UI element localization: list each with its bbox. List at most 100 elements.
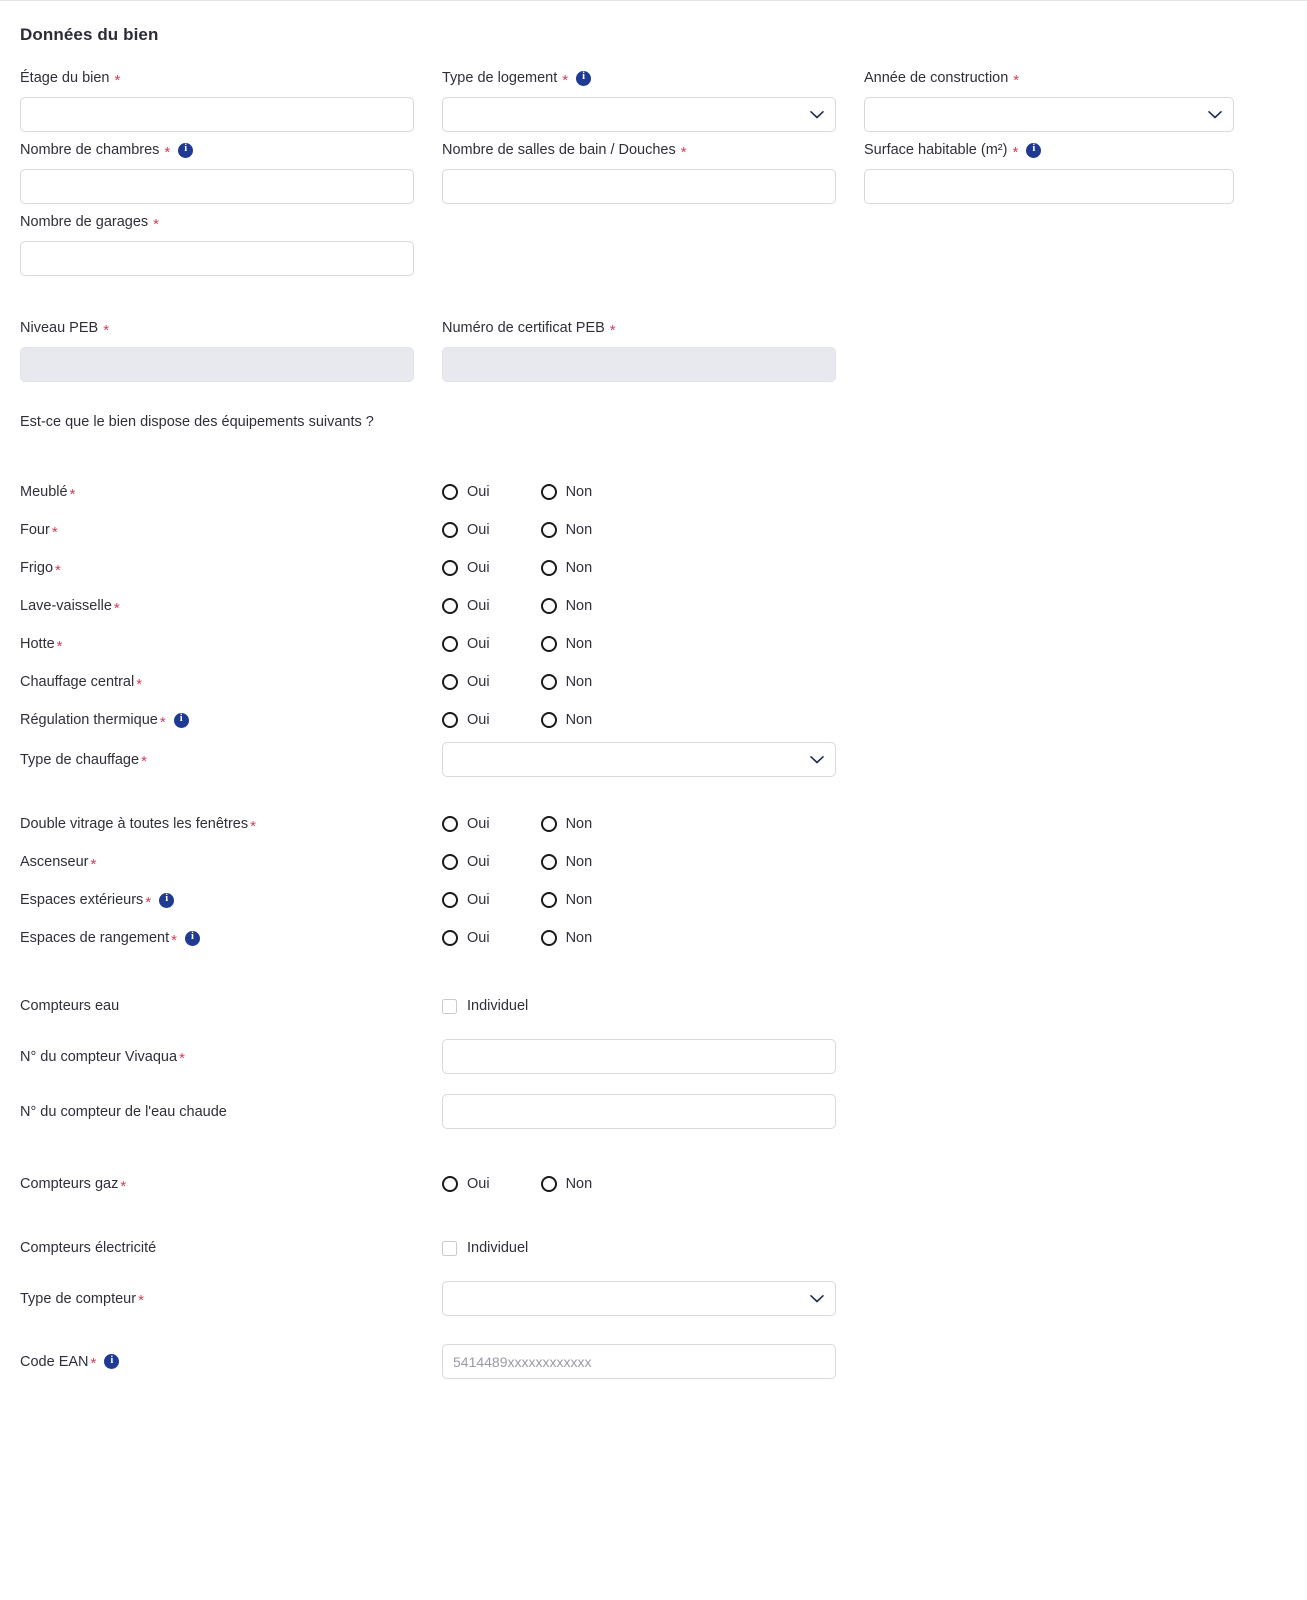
checkbox-individuel-eau[interactable]: Individuel [442, 998, 836, 1014]
field-compteurs-gaz: Compteurs gaz * Oui Non [0, 1175, 1307, 1194]
radio-circle-icon [442, 854, 458, 870]
field-label-text: Compteurs eau [20, 998, 120, 1014]
radio-circle-icon [442, 484, 458, 500]
radio-non[interactable]: Non [540, 560, 592, 576]
info-icon[interactable]: i [178, 142, 194, 158]
checkbox-individuel-electricite[interactable]: Individuel [442, 1240, 836, 1256]
radio-circle-icon [442, 522, 458, 538]
radio-non[interactable]: Non [540, 930, 592, 946]
equipment-label: Espaces de rangement * i [20, 929, 442, 948]
field-label-text: Nombre de salles de bain / Douches [442, 142, 676, 158]
field-label-text: N° du compteur de l'eau chaude [20, 1103, 227, 1120]
radio-non[interactable]: Non [540, 522, 592, 538]
radio-oui[interactable]: Oui [442, 930, 490, 946]
field-label: Niveau PEB * [20, 319, 414, 338]
radio-oui[interactable]: Oui [442, 816, 490, 832]
etage-du-bien-input[interactable] [20, 97, 414, 132]
radio-oui[interactable]: Oui [442, 674, 490, 690]
compteur-eau-chaude-control [442, 1094, 836, 1129]
required-asterisk: * [55, 561, 61, 579]
field-nombre-de-chambres: Nombre de chambres * i [20, 141, 442, 213]
radio-circle-icon [540, 522, 557, 538]
info-icon[interactable]: i [1026, 142, 1042, 158]
radio-oui[interactable]: Oui [442, 712, 490, 728]
radio-oui[interactable]: Oui [442, 560, 490, 576]
code-ean-input[interactable] [442, 1344, 836, 1379]
radio-non[interactable]: Non [540, 598, 592, 614]
radio-oui[interactable]: Oui [442, 892, 490, 908]
radio-non[interactable]: Non [540, 484, 592, 500]
info-icon[interactable]: i [104, 1354, 120, 1369]
numero-de-certificat-peb-input[interactable] [442, 347, 836, 382]
radio-oui[interactable]: Oui [442, 1176, 490, 1192]
nombre-de-salles-de-bain-input[interactable] [442, 169, 836, 204]
equipment-label-text: Frigo [20, 560, 54, 576]
equipment-label-text: Régulation thermique [20, 712, 158, 728]
field-label-text: Type de logement [442, 70, 558, 86]
field-label: Type de chauffage * [20, 751, 442, 770]
checkbox-icon [442, 998, 457, 1014]
field-nombre-de-salles-de-bain: Nombre de salles de bain / Douches * [442, 141, 864, 213]
peb-grid: Niveau PEB * Numéro de certificat PEB * [0, 319, 1307, 391]
equipment-label: Régulation thermique * i [20, 711, 442, 730]
required-asterisk: * [562, 71, 569, 89]
info-icon[interactable]: i [184, 930, 200, 946]
type-de-compteur-select[interactable] [442, 1281, 836, 1316]
field-type-de-chauffage: Type de chauffage * [0, 742, 1307, 777]
radio-circle-icon [540, 816, 557, 832]
type-de-logement-select[interactable] [442, 97, 836, 132]
radio-label: Oui [467, 636, 490, 652]
required-asterisk: * [164, 143, 171, 161]
radio-non[interactable]: Non [540, 674, 592, 690]
equipment-label-text: Ascenseur [20, 854, 89, 870]
equipment-row-regulation-thermique: Régulation thermique * i Oui Non [20, 701, 1287, 739]
equipment-label-text: Four [20, 522, 50, 538]
field-code-ean: Code EAN * i [0, 1344, 1307, 1379]
compteur-eau-chaude-input[interactable] [442, 1094, 836, 1129]
nombre-de-chambres-input[interactable] [20, 169, 414, 204]
field-label: Code EAN * i [20, 1353, 442, 1371]
radio-non[interactable]: Non [540, 1176, 593, 1192]
radio-circle-icon [442, 1176, 458, 1192]
radio-circle-icon [442, 816, 458, 832]
radio-group: Oui Non [442, 930, 592, 946]
radio-label: Non [565, 816, 593, 832]
radio-non[interactable]: Non [540, 854, 592, 870]
info-icon[interactable]: i [173, 712, 189, 728]
radio-non[interactable]: Non [540, 636, 592, 652]
compteur-vivaqua-control [442, 1039, 836, 1074]
radio-non[interactable]: Non [540, 816, 593, 832]
required-asterisk: * [250, 817, 256, 835]
info-icon[interactable]: i [159, 892, 175, 908]
radio-non[interactable]: Non [540, 892, 592, 908]
radio-oui[interactable]: Oui [442, 522, 490, 538]
code-ean-control [442, 1344, 836, 1379]
compteur-vivaqua-input[interactable] [442, 1039, 836, 1074]
surface-habitable-input[interactable] [864, 169, 1234, 204]
required-asterisk: * [114, 71, 121, 89]
niveau-peb-input[interactable] [20, 347, 414, 382]
type-de-chauffage-select[interactable] [442, 742, 836, 777]
radio-label: Oui [467, 560, 490, 576]
annee-de-construction-select[interactable] [864, 97, 1234, 132]
radio-non[interactable]: Non [540, 712, 592, 728]
radio-label: Non [565, 1176, 593, 1192]
field-compteur-vivaqua: N° du compteur Vivaqua * [0, 1039, 1307, 1074]
radio-oui[interactable]: Oui [442, 598, 490, 614]
radio-oui[interactable]: Oui [442, 854, 490, 870]
compteurs-gaz-control: Oui Non [442, 1176, 836, 1192]
field-label: Compteurs gaz * [20, 1175, 442, 1194]
equipment-label: Four * [20, 521, 442, 540]
equipment-label-text: Espaces extérieurs [20, 892, 144, 908]
nombre-de-garages-input[interactable] [20, 241, 414, 276]
radio-oui[interactable]: Oui [442, 484, 490, 500]
radio-oui[interactable]: Oui [442, 636, 490, 652]
required-asterisk: * [141, 753, 147, 770]
equipment-label: Frigo * [20, 559, 442, 579]
equipment-label: Espaces extérieurs * i [20, 891, 442, 910]
info-icon[interactable]: i [576, 70, 592, 86]
compteurs-eau-control: Individuel [442, 998, 836, 1014]
